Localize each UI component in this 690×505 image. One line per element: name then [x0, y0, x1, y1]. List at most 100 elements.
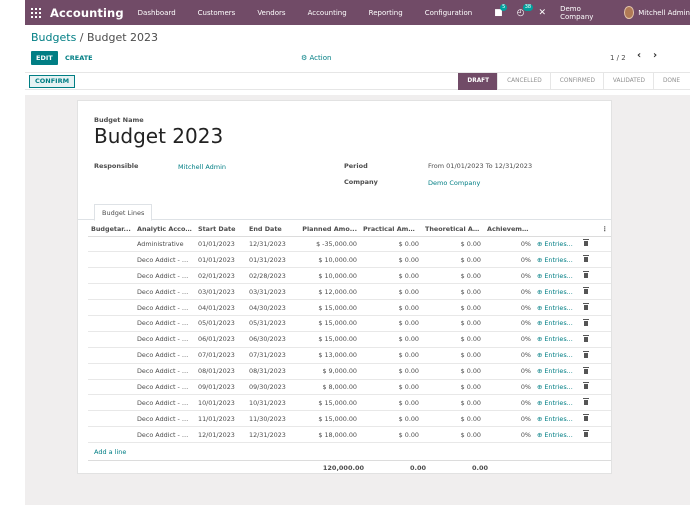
create-button[interactable]: CREATE: [65, 51, 93, 65]
col-analytic-account[interactable]: Analytic Acco...: [134, 223, 195, 237]
chevron-right-icon[interactable]: ›: [653, 50, 657, 61]
entries-button[interactable]: ⊕ Entries...: [534, 299, 580, 316]
entries-button[interactable]: ⊕ Entries...: [534, 331, 580, 348]
entries-button[interactable]: ⊕ Entries...: [534, 251, 580, 269]
trash-icon[interactable]: [583, 239, 589, 247]
trash-icon[interactable]: [583, 318, 589, 326]
trash-icon[interactable]: [583, 366, 589, 374]
avatar[interactable]: [623, 6, 635, 19]
trash-icon[interactable]: [583, 255, 589, 263]
kebab-icon[interactable]: ⋮: [598, 223, 611, 237]
trash-icon[interactable]: [583, 350, 589, 358]
table-row[interactable]: Deco Addict - D... 10/01/2023 10/31/2023 $ …: [88, 394, 611, 412]
breadcrumb-budgets[interactable]: Budgets: [31, 31, 76, 44]
menu-reporting[interactable]: Reporting: [369, 9, 403, 17]
trash-icon[interactable]: [583, 271, 589, 279]
menu-dashboard[interactable]: Dashboard: [138, 9, 176, 17]
app-brand[interactable]: Accounting: [50, 6, 124, 20]
company-switcher[interactable]: Demo Company: [560, 5, 604, 21]
cell-end-date: 12/31/2023: [246, 426, 298, 444]
cell-achievement: 0%: [484, 363, 534, 380]
col-achievement[interactable]: Achievement: [484, 223, 534, 237]
row-spacer: [598, 236, 611, 253]
table-row[interactable]: Deco Addict - D... 12/01/2023 12/31/2023 $ …: [88, 426, 611, 444]
table-row[interactable]: Administrative 01/01/2023 12/31/2023 $ -35,…: [88, 236, 611, 253]
table-row[interactable]: Deco Addict - D... 01/01/2023 01/31/2023 $ …: [88, 251, 611, 269]
cell-end-date: 09/30/2023: [246, 379, 298, 396]
table-row[interactable]: Deco Addict - D... 09/01/2023 09/30/2023 $ …: [88, 379, 611, 396]
user-menu[interactable]: Mitchell Admin: [638, 9, 690, 17]
cell-end-date: 05/31/2023: [246, 315, 298, 332]
stage-validated: VALIDATED: [602, 73, 653, 90]
row-spacer: [598, 410, 611, 428]
cell-analytic-account: Deco Addict - D...: [134, 426, 195, 444]
menu-configuration[interactable]: Configuration: [425, 9, 472, 17]
entries-button[interactable]: ⊕ Entries...: [534, 426, 580, 444]
action-menu[interactable]: ⚙ Action: [301, 51, 331, 65]
col-planned-amount[interactable]: Planned Amo...: [298, 223, 360, 237]
col-theoretical-amount[interactable]: Theoretical Am...: [422, 223, 484, 237]
entries-button[interactable]: ⊕ Entries...: [534, 315, 580, 332]
trash-icon[interactable]: [583, 398, 589, 406]
cell-theoretical-amount: $ 0.00: [422, 331, 484, 348]
col-budgetary-position[interactable]: Budgetar...: [88, 223, 134, 237]
grid-icon[interactable]: [31, 7, 41, 18]
cell-budgetary-position: [88, 379, 134, 396]
entries-button[interactable]: ⊕ Entries...: [534, 347, 580, 364]
table-row[interactable]: Deco Addict - D... 07/01/2023 07/31/2023 $ …: [88, 347, 611, 364]
col-practical-amount[interactable]: Practical Amount: [360, 223, 422, 237]
entries-button[interactable]: ⊕ Entries...: [534, 363, 580, 380]
row-spacer: [598, 426, 611, 444]
table-row[interactable]: Deco Addict - D... 04/01/2023 04/30/2023 $ …: [88, 299, 611, 316]
cell-practical-amount: $ 0.00: [360, 283, 422, 301]
edit-button[interactable]: EDIT: [31, 51, 58, 65]
close-icon[interactable]: ✕: [539, 8, 547, 18]
trash-icon[interactable]: [583, 303, 589, 310]
delete-row-cell: [580, 251, 598, 269]
budget-lines-table: Budgetar... Analytic Acco... Start Date …: [88, 223, 611, 444]
chevron-left-icon[interactable]: ‹: [637, 50, 641, 61]
table-row[interactable]: Deco Addict - D... 02/01/2023 02/28/2023 $ …: [88, 267, 611, 285]
trash-icon[interactable]: [583, 430, 589, 438]
delete-row-cell: [580, 283, 598, 301]
menu-accounting[interactable]: Accounting: [308, 9, 347, 17]
trash-icon[interactable]: [583, 334, 589, 342]
table-row[interactable]: Deco Addict - D... 06/01/2023 06/30/2023 $ …: [88, 331, 611, 348]
clock-icon[interactable]: ◴ 38: [517, 3, 534, 18]
activity-badge: 38: [522, 3, 534, 11]
cell-achievement: 0%: [484, 331, 534, 348]
company-value[interactable]: Demo Company: [428, 179, 480, 187]
menu-vendors[interactable]: Vendors: [257, 9, 285, 17]
confirm-button[interactable]: CONFIRM: [29, 75, 76, 88]
tab-budget-lines[interactable]: Budget Lines: [94, 204, 153, 221]
entries-button[interactable]: ⊕ Entries...: [534, 410, 580, 428]
responsible-value[interactable]: Mitchell Admin: [178, 163, 226, 171]
cell-analytic-account: Deco Addict - D...: [134, 315, 195, 332]
chat-icon[interactable]: ■ 5: [494, 3, 508, 18]
cell-budgetary-position: [88, 426, 134, 444]
entries-button[interactable]: ⊕ Entries...: [534, 236, 580, 253]
cell-analytic-account: Deco Addict - D...: [134, 363, 195, 380]
entries-button[interactable]: ⊕ Entries...: [534, 379, 580, 396]
table-row[interactable]: Deco Addict - D... 08/01/2023 08/31/2023 $ …: [88, 363, 611, 380]
row-spacer: [598, 283, 611, 301]
entries-button[interactable]: ⊕ Entries...: [534, 267, 580, 285]
add-line-link[interactable]: Add a line: [94, 448, 126, 456]
cell-analytic-account: Deco Addict - D...: [134, 251, 195, 269]
cell-analytic-account: Deco Addict - D...: [134, 299, 195, 316]
pager-value[interactable]: 1 / 2: [610, 51, 626, 65]
entries-button[interactable]: ⊕ Entries...: [534, 283, 580, 301]
table-row[interactable]: Deco Addict - D... 11/01/2023 11/30/2023 $ …: [88, 410, 611, 428]
cell-practical-amount: $ 0.00: [360, 347, 422, 364]
col-end-date[interactable]: End Date: [246, 223, 298, 237]
menu-customers[interactable]: Customers: [198, 9, 236, 17]
col-entries: [534, 223, 580, 237]
row-spacer: [598, 363, 611, 380]
table-row[interactable]: Deco Addict - D... 03/01/2023 03/31/2023 $ …: [88, 283, 611, 301]
col-start-date[interactable]: Start Date: [195, 223, 246, 237]
trash-icon[interactable]: [583, 382, 589, 390]
entries-button[interactable]: ⊕ Entries...: [534, 394, 580, 412]
trash-icon[interactable]: [583, 287, 589, 295]
table-row[interactable]: Deco Addict - D... 05/01/2023 05/31/2023 $ …: [88, 315, 611, 332]
trash-icon[interactable]: [583, 414, 589, 422]
